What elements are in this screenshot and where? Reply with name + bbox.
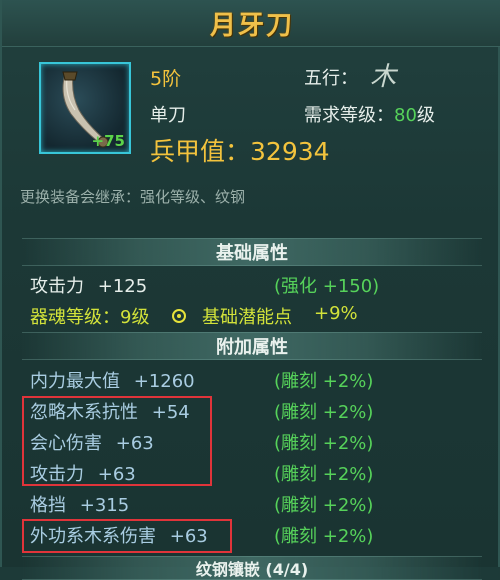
attr-value: +1260	[133, 371, 195, 392]
item-tier: 5阶	[150, 68, 182, 90]
soul-level: 器魂等级：9级	[30, 307, 150, 328]
attr-bonus: (强化 +150)	[274, 276, 380, 297]
item-icon-slot[interactable]: +75	[39, 62, 131, 154]
power-value: 32934	[250, 137, 330, 166]
attr-bonus: (雕刻 +2%)	[274, 526, 374, 547]
req-label: 需求等级：	[304, 105, 394, 126]
power-label: 兵甲值：	[150, 137, 251, 166]
weapon-type: 单刀	[150, 105, 186, 126]
base-attributes-header: 基础属性	[22, 238, 482, 266]
extra-attr-row: 格挡 +315	[30, 491, 129, 517]
required-level: 需求等级：80级	[304, 101, 435, 127]
attr-value: +315	[79, 495, 130, 516]
inlay-header-label: 纹钢镶嵌 (4/4)	[195, 560, 309, 579]
attr-bonus: (雕刻 +2%)	[274, 402, 374, 423]
item-title: 月牙刀	[209, 10, 294, 41]
attr-bonus: (雕刻 +2%)	[274, 371, 374, 392]
attr-bonus: (雕刻 +2%)	[274, 433, 374, 454]
attr-bonus: (雕刻 +2%)	[274, 495, 374, 516]
extra-attributes-header: 附加属性	[22, 332, 482, 360]
attr-name: 格挡	[30, 495, 66, 516]
inherit-note: 更换装备会继承：强化等级、纹钢	[20, 188, 246, 206]
soul-dot-icon	[172, 305, 186, 324]
attr-value: +125	[97, 276, 148, 297]
attr-bonus: (雕刻 +2%)	[274, 464, 374, 485]
attr-name: 攻击力	[30, 276, 84, 297]
extra-header-label: 附加属性	[216, 337, 288, 358]
power-rating: 兵甲值：32934	[150, 132, 330, 168]
element-label: 五行：	[304, 68, 358, 89]
inlay-header: 纹钢镶嵌 (4/4)	[22, 556, 482, 580]
attr-name: 内力最大值	[30, 371, 120, 392]
element-glyph: 木	[370, 62, 397, 92]
extra-attr-row: 内力最大值 +1260	[30, 367, 195, 393]
potential-value: +9%	[314, 303, 358, 324]
base-header-label: 基础属性	[216, 243, 288, 264]
highlight-box-single	[22, 519, 232, 553]
req-value: 80	[394, 105, 417, 126]
potential-label: 基础潜能点	[202, 307, 292, 328]
enhance-level: +75	[91, 132, 125, 150]
base-attr-row: 攻击力 +125	[30, 272, 147, 298]
highlight-box-group	[22, 396, 212, 486]
item-tooltip-panel: 月牙刀 +75 5阶 单刀 五行： 木 需求等级：80级 兵甲值：32934 更…	[0, 0, 500, 580]
req-unit: 级	[416, 105, 435, 126]
title-bar: 月牙刀	[2, 0, 500, 47]
